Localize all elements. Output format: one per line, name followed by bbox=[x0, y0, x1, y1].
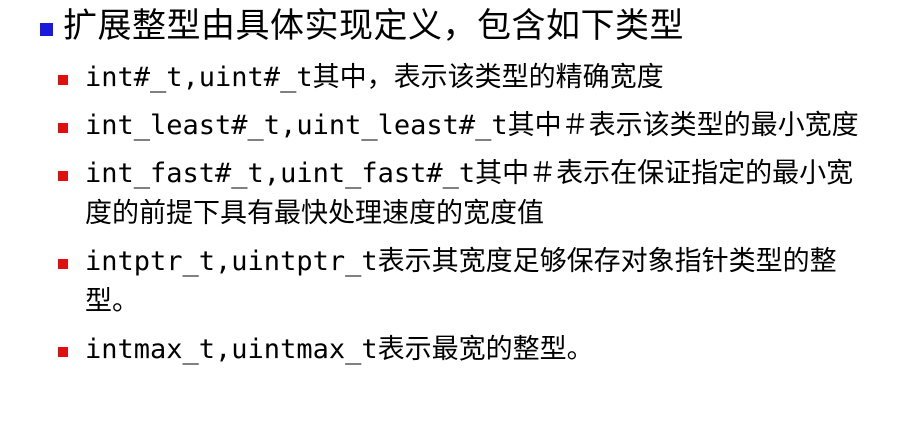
square-bullet-icon bbox=[58, 171, 68, 181]
square-bullet-icon bbox=[58, 347, 68, 357]
square-bullet-icon bbox=[58, 259, 68, 269]
list-item-text: intmax_t,uintmax_t表示最宽的整型。 bbox=[85, 334, 594, 365]
list-item: int_fast#_t,uint_fast#_t其中＃表示在保证指定的最小宽度的… bbox=[58, 154, 888, 234]
heading-text: 扩展整型由具体实现定义，包含如下类型 bbox=[63, 6, 684, 46]
square-bullet-icon bbox=[58, 123, 68, 133]
list-item-text: int_least#_t,uint_least#_t其中＃表示该类型的最小宽度 bbox=[85, 110, 859, 141]
square-bullet-icon bbox=[40, 22, 53, 36]
list-item: intptr_t,uintptr_t表示其宽度足够保存对象指针类型的整型。 bbox=[58, 242, 888, 322]
list-item-text: int_fast#_t,uint_fast#_t其中＃表示在保证指定的最小宽度的… bbox=[85, 158, 854, 229]
list-item: intmax_t,uintmax_t表示最宽的整型。 bbox=[58, 330, 888, 370]
list-item-text: int#_t,uint#_t其中，表示该类型的精确宽度 bbox=[85, 62, 664, 93]
slide: 扩展整型由具体实现定义，包含如下类型 int#_t,uint#_t其中，表示该类… bbox=[0, 0, 906, 436]
list-item: int_least#_t,uint_least#_t其中＃表示该类型的最小宽度 bbox=[58, 106, 888, 146]
square-bullet-icon bbox=[58, 75, 68, 85]
list-item-text: intptr_t,uintptr_t表示其宽度足够保存对象指针类型的整型。 bbox=[85, 246, 837, 317]
bullet-list: int#_t,uint#_t其中，表示该类型的精确宽度 int_least#_t… bbox=[58, 58, 888, 378]
list-item: int#_t,uint#_t其中，表示该类型的精确宽度 bbox=[58, 58, 888, 98]
slide-heading: 扩展整型由具体实现定义，包含如下类型 bbox=[40, 2, 684, 50]
